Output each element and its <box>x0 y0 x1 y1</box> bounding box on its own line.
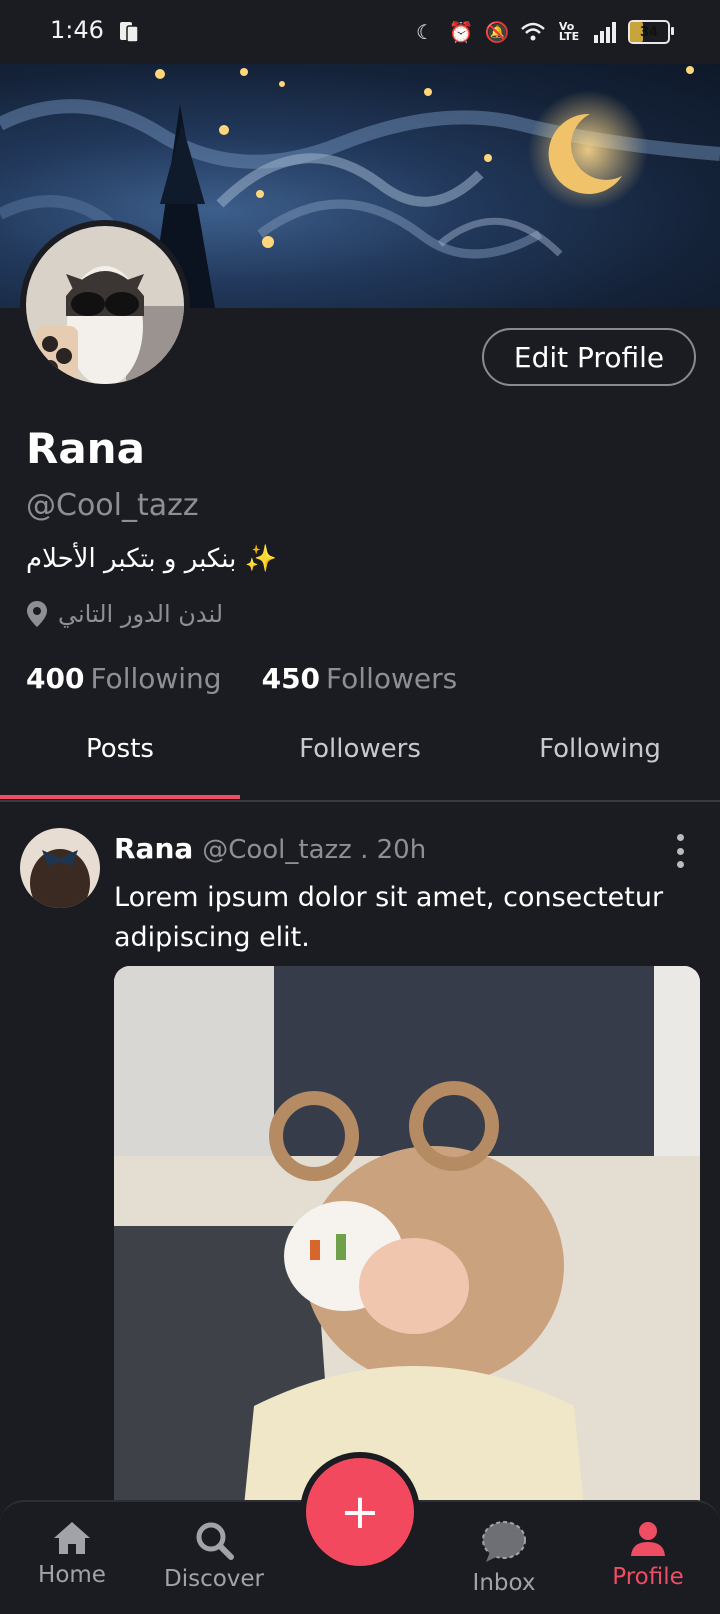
followers-count: 450 <box>261 662 321 695</box>
following-count: 400 <box>26 662 85 695</box>
avatar-image <box>26 226 184 384</box>
wifi-icon <box>521 22 545 41</box>
phone-clone-icon <box>120 22 139 43</box>
signal-icon <box>594 22 616 43</box>
home-icon <box>54 1522 90 1554</box>
profile-location: لندن الدور التاني <box>26 600 223 628</box>
profile-tabs: Posts Followers Following <box>0 710 720 802</box>
post-author-avatar[interactable] <box>20 828 100 908</box>
followers-stat[interactable]: 450 Followers <box>262 662 458 695</box>
profile-stats: 400 Following 450 Followers <box>26 662 457 695</box>
post-image[interactable] <box>114 966 700 1506</box>
nav-discover[interactable]: Discover <box>154 1520 274 1592</box>
plus-icon: + <box>339 1484 381 1540</box>
profile-handle: @Cool_tazz <box>26 488 199 523</box>
status-icons: ☾ ⏰ 🔕 Vo LTE 34 <box>412 18 674 46</box>
nav-home-label: Home <box>38 1562 106 1588</box>
location-pin-icon <box>27 601 47 627</box>
post-more-icon[interactable] <box>670 834 690 868</box>
chat-bubble-icon <box>482 1521 526 1562</box>
create-post-button[interactable]: + <box>306 1458 414 1566</box>
battery-icon: 34 <box>628 20 674 44</box>
nav-profile-label: Profile <box>612 1564 684 1590</box>
active-tab-indicator <box>0 795 240 799</box>
person-icon <box>631 1522 665 1556</box>
search-icon <box>196 1522 234 1560</box>
tab-posts[interactable]: Posts <box>0 734 240 764</box>
location-text: لندن الدور التاني <box>58 600 224 628</box>
following-label: Following <box>90 662 222 695</box>
post-meta: @Cool_tazz . 20h <box>202 835 427 865</box>
tab-following[interactable]: Following <box>480 734 720 764</box>
nav-discover-label: Discover <box>163 1566 265 1592</box>
alarm-icon: ⏰ <box>448 20 474 44</box>
followers-label: Followers <box>326 662 458 695</box>
post-header: Rana @Cool_tazz . 20h <box>114 832 426 865</box>
tab-followers[interactable]: Followers <box>240 734 480 764</box>
moon-icon: ☾ <box>416 20 434 44</box>
nav-inbox[interactable]: Inbox <box>444 1520 564 1596</box>
nav-home[interactable]: Home <box>12 1520 132 1588</box>
status-time: 1:46 <box>50 16 104 44</box>
following-stat[interactable]: 400 Following <box>26 662 222 695</box>
nav-inbox-label: Inbox <box>472 1570 536 1596</box>
volte-icon: Vo LTE <box>558 20 580 43</box>
profile-bio: بنكبر و بتكبر الأحلام ✨ <box>26 544 277 574</box>
edit-profile-button[interactable]: Edit Profile <box>482 328 696 386</box>
status-bar: 1:46 ☾ ⏰ 🔕 Vo LTE 34 <box>0 0 720 64</box>
nav-profile[interactable]: Profile <box>588 1520 708 1590</box>
post-author-name[interactable]: Rana <box>114 832 193 865</box>
profile-name: Rana <box>26 424 145 473</box>
mute-icon: 🔕 <box>484 20 510 44</box>
post-text: Lorem ipsum dolor sit amet, consectetur … <box>114 882 664 953</box>
profile-avatar[interactable] <box>20 220 190 390</box>
